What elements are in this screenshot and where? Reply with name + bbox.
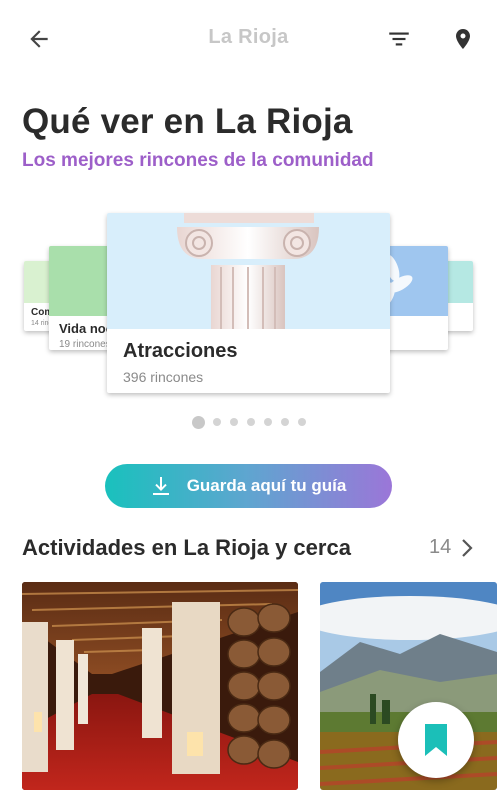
bookmark-icon [425,724,447,756]
map-pin-icon [456,29,470,49]
page-dot[interactable] [298,418,306,426]
activity-card[interactable] [22,582,298,790]
category-label: Atracciones [123,340,238,362]
ionic-column-icon [177,213,319,329]
wine-cellar-photo [22,582,298,790]
page-dot[interactable] [247,418,255,426]
page-dot[interactable] [264,418,272,426]
save-guide-label: Guarda aquí tu guía [186,476,347,495]
page-dot[interactable] [213,418,221,426]
top-app-bar: La Rioja [0,0,497,78]
save-guide-button[interactable]: Guarda aquí tu guía [105,464,392,508]
category-count: 396 rincones [123,369,204,385]
page-dot-active[interactable] [192,415,205,429]
chevron-right-icon [461,538,473,558]
page-dot[interactable] [230,418,238,426]
page-dot[interactable] [281,418,289,426]
category-card-attractions[interactable]: Atracciones 396 rincones [107,213,390,393]
activities-section-title: Actividades en La Rioja y cerca [22,535,351,560]
app-title: La Rioja [208,26,289,48]
activities-count: 14 [429,536,452,558]
activities-see-all[interactable]: 14 [429,536,473,559]
bookmark-fab[interactable] [398,702,474,778]
column-illustration [107,213,390,329]
category-carousel[interactable]: Com 14 rinc Vida nocturna 19 rincones At… [0,195,497,405]
page-subtitle: Los mejores rincones de la comunidad [22,150,374,171]
download-icon [151,475,171,497]
filter-button[interactable] [382,22,416,56]
carousel-page-indicator [192,415,315,429]
map-button[interactable] [446,22,480,56]
filter-icon [389,32,409,46]
page-title: Qué ver en La Rioja [22,102,353,141]
